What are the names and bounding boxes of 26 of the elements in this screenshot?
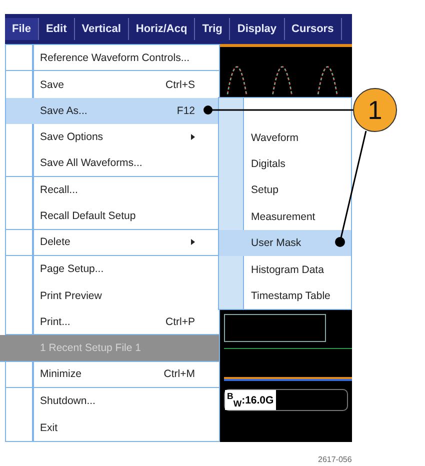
menu-item[interactable]: Reference Waveform Controls... [6,45,219,72]
menu-bar-item[interactable]: Trig [195,18,230,40]
submenu-item[interactable]: Setup [219,177,351,204]
menu-item[interactable]: Page Setup... [6,256,219,283]
submenu-item[interactable]: Measurement [219,204,351,230]
menu-item[interactable]: Shutdown... [6,388,219,414]
submenu-item[interactable]: Waveform [219,124,351,151]
submenu-item[interactable]: Digitals [219,150,351,178]
figure-id: 2617-056 [318,455,352,464]
menu-bar-item[interactable]: Horiz/Acq [128,18,196,40]
menu-item[interactable]: Save Ctrl+S [6,71,219,98]
callout-badge: 1 [353,88,397,132]
menu-item[interactable]: Minimize Ctrl+M [6,362,219,388]
menu-bar-item[interactable]: File [5,18,39,40]
menu-bar-item[interactable]: Edit [38,18,75,40]
submenu-item[interactable]: Timestamp Table [219,282,351,310]
menu-bar-item[interactable]: Vertical [74,18,129,40]
submenu-item[interactable]: User Mask [219,230,351,256]
menu-item[interactable]: Save Options [6,124,219,151]
menu-item[interactable]: Exit [6,414,219,441]
menu-item[interactable]: Print Preview [6,282,219,309]
submenu-item[interactable]: Histogram Data [219,256,351,283]
menu-item[interactable]: Save As... F12 [6,98,219,124]
menu-item[interactable]: Recall... [6,176,219,204]
menu-bar-item[interactable]: Cursors [284,18,342,40]
menu-bar-item[interactable]: Display [230,18,285,40]
